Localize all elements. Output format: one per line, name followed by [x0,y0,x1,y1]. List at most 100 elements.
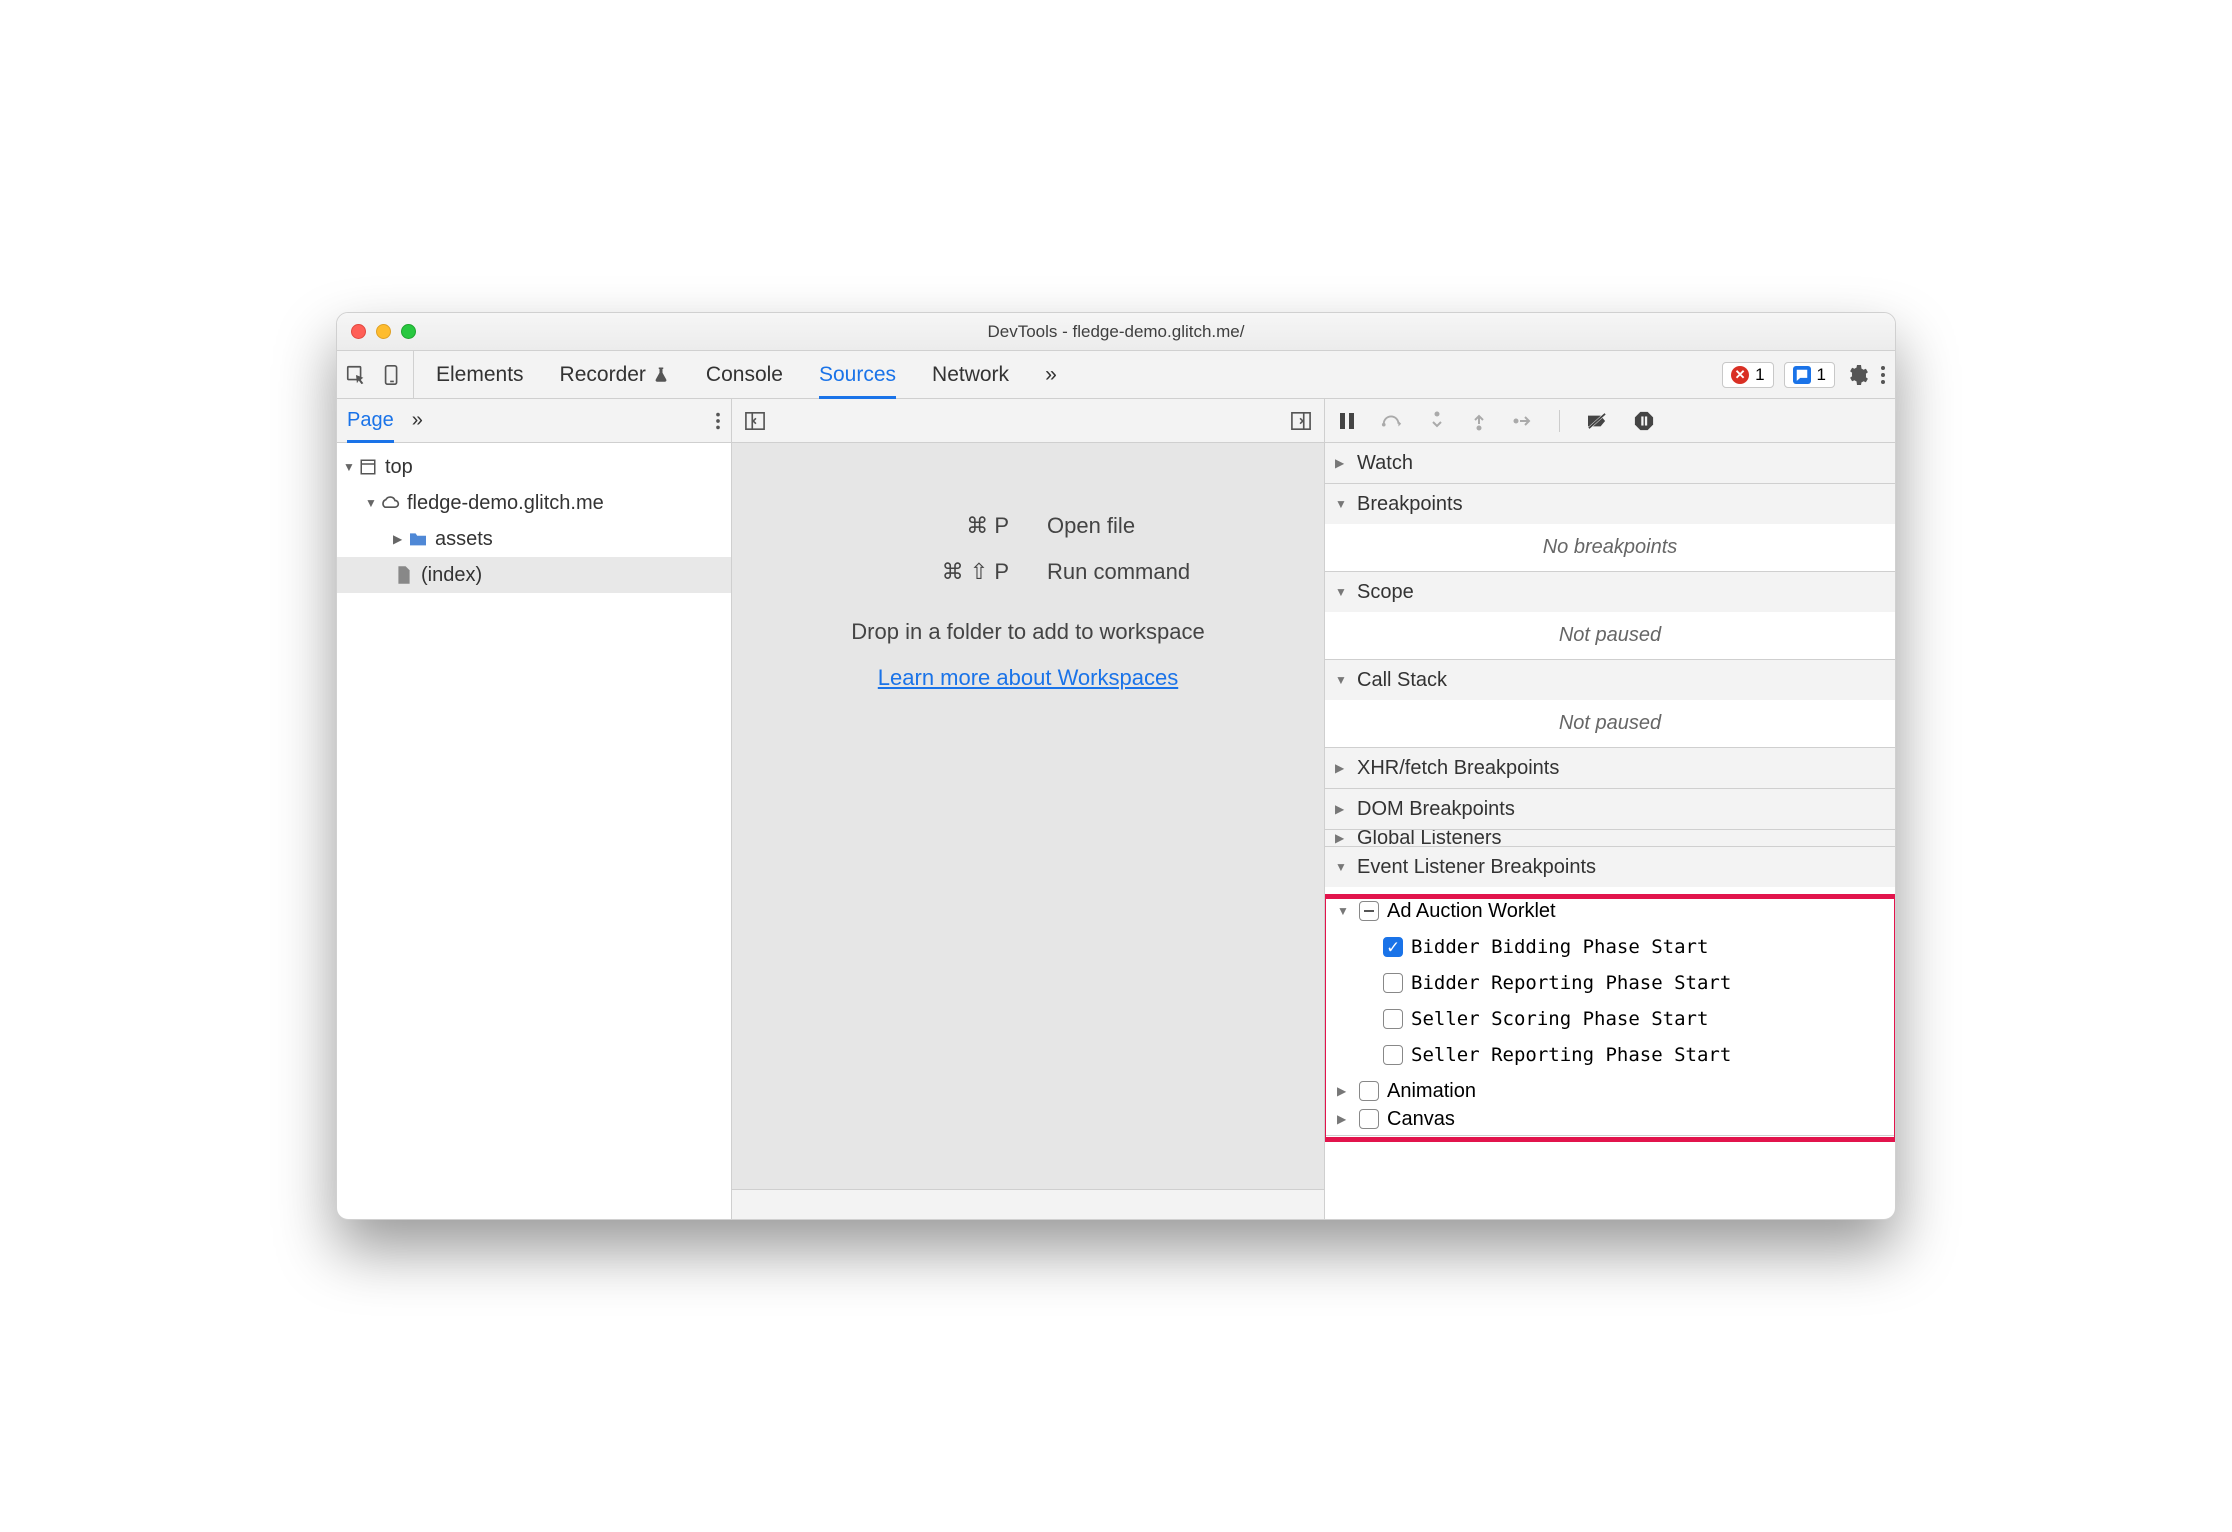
section-event-listeners[interactable]: ▼ Event Listener Breakpoints [1325,847,1895,887]
tab-recorder-label: Recorder [560,363,646,387]
section-scope[interactable]: ▼Scope [1325,572,1895,612]
event-group-label: Ad Auction Worklet [1387,900,1556,923]
event-item-label: Bidder Bidding Phase Start [1411,936,1708,958]
tab-console[interactable]: Console [706,351,783,398]
event-item[interactable]: Seller Scoring Phase Start [1325,1001,1895,1037]
tab-elements[interactable]: Elements [436,351,524,398]
tab-network[interactable]: Network [932,351,1009,398]
navigator-panel: Page » ▼ top ▼ fledge-demo.glitch.me [337,399,732,1219]
event-item[interactable]: Bidder Reporting Phase Start [1325,965,1895,1001]
section-callstack[interactable]: ▼Call Stack [1325,660,1895,700]
tree-top[interactable]: ▼ top [337,449,731,485]
section-breakpoints-label: Breakpoints [1357,493,1463,516]
step-icon[interactable] [1513,413,1533,429]
more-icon[interactable] [715,410,721,432]
event-item-label: Seller Scoring Phase Start [1411,1008,1708,1030]
page-overflow[interactable]: » [412,399,423,442]
devtools-window: DevTools - fledge-demo.glitch.me/ Elemen… [336,312,1896,1220]
error-badge[interactable]: ✕ 1 [1722,362,1773,388]
event-group-canvas[interactable]: ▶ Canvas [1325,1109,1895,1129]
debugger-panel: ▶Watch ▼Breakpoints No breakpoints ▼Scop… [1325,399,1895,1219]
tree-folder[interactable]: ▶ assets [337,521,731,557]
chevron-right-icon: ▶ [1335,802,1349,816]
event-item-label: Bidder Reporting Phase Start [1411,972,1731,994]
file-icon [393,565,415,585]
file-tree: ▼ top ▼ fledge-demo.glitch.me ▶ assets (… [337,443,731,599]
section-xhr[interactable]: ▶ XHR/fetch Breakpoints [1325,748,1895,788]
step-out-icon[interactable] [1471,411,1487,431]
chevron-down-icon: ▼ [1335,497,1349,511]
checkbox[interactable] [1359,1081,1379,1101]
event-group-animation[interactable]: ▶ Animation [1325,1073,1895,1109]
workspace-learn-link[interactable]: Learn more about Workspaces [878,665,1178,691]
tree-origin[interactable]: ▼ fledge-demo.glitch.me [337,485,731,521]
chevron-right-icon: ▶ [1337,1084,1351,1098]
cloud-icon [379,495,401,511]
show-debug-icon[interactable] [1290,411,1312,431]
checkbox[interactable] [1359,1109,1379,1129]
event-group-ad-auction[interactable]: ▼ Ad Auction Worklet [1325,893,1895,929]
breakpoints-empty: No breakpoints [1325,524,1895,571]
open-file-shortcut: ⌘ P [732,513,1047,539]
chevron-right-icon: ▶ [1335,456,1349,470]
checkbox[interactable]: ✓ [1383,937,1403,957]
section-dom-label: DOM Breakpoints [1357,798,1515,821]
checkbox[interactable] [1383,1009,1403,1029]
device-icon[interactable] [381,363,403,387]
chevron-down-icon: ▼ [1337,904,1351,918]
editor-panel: ⌘ P Open file ⌘ ⇧ P Run command Drop in … [732,399,1325,1219]
error-icon: ✕ [1731,366,1749,384]
chevron-right-icon: ▶ [1335,761,1349,775]
flask-icon [652,366,670,384]
main-toolbar: Elements Recorder Console Sources Networ… [337,351,1895,399]
error-count: 1 [1755,365,1764,385]
event-group-label: Canvas [1387,1109,1455,1129]
event-group-label: Animation [1387,1080,1476,1103]
callstack-empty: Not paused [1325,700,1895,747]
checkbox[interactable] [1383,973,1403,993]
message-badge[interactable]: 1 [1784,362,1835,388]
tree-folder-label: assets [435,528,493,551]
titlebar: DevTools - fledge-demo.glitch.me/ [337,313,1895,351]
section-global[interactable]: ▶Global Listeners [1325,830,1895,846]
page-tab[interactable]: Page [347,399,394,442]
chevron-down-icon: ▼ [1335,860,1349,874]
pause-icon[interactable] [1339,412,1355,430]
show-nav-icon[interactable] [744,411,766,431]
more-icon[interactable] [1879,363,1887,387]
section-dom[interactable]: ▶ DOM Breakpoints [1325,789,1895,829]
step-into-icon[interactable] [1429,411,1445,431]
section-xhr-label: XHR/fetch Breakpoints [1357,757,1559,780]
settings-icon[interactable] [1845,363,1869,387]
section-scope-label: Scope [1357,581,1414,604]
tree-file-label: (index) [421,564,482,587]
checkbox-indeterminate[interactable] [1359,901,1379,921]
debugger-toolbar [1325,399,1895,443]
open-file-label: Open file [1047,513,1324,539]
tab-sources[interactable]: Sources [819,351,896,398]
event-item[interactable]: ✓ Bidder Bidding Phase Start [1325,929,1895,965]
editor-placeholder: ⌘ P Open file ⌘ ⇧ P Run command Drop in … [732,443,1324,1189]
inspect-icon[interactable] [345,364,367,386]
event-item[interactable]: Seller Reporting Phase Start [1325,1037,1895,1073]
section-watch-label: Watch [1357,452,1413,475]
section-callstack-label: Call Stack [1357,669,1447,692]
tree-file-index[interactable]: (index) [337,557,731,593]
chevron-down-icon: ▼ [365,496,379,510]
deactivate-breakpoints-icon[interactable] [1586,412,1608,430]
tab-overflow[interactable]: » [1045,351,1057,398]
chevron-right-icon: ▶ [1337,1112,1351,1126]
section-watch[interactable]: ▶ Watch [1325,443,1895,483]
workspace-hint: Drop in a folder to add to workspace [851,619,1204,645]
section-event-label: Event Listener Breakpoints [1357,856,1596,879]
tab-recorder[interactable]: Recorder [560,351,670,398]
pause-exceptions-icon[interactable] [1634,411,1654,431]
chevron-right-icon: ▶ [1335,831,1349,845]
step-over-icon[interactable] [1381,412,1403,430]
window-title: DevTools - fledge-demo.glitch.me/ [337,322,1895,342]
chevron-down-icon: ▼ [343,460,357,474]
section-breakpoints[interactable]: ▼ Breakpoints [1325,484,1895,524]
scope-empty: Not paused [1325,612,1895,659]
frame-icon [357,458,379,476]
checkbox[interactable] [1383,1045,1403,1065]
